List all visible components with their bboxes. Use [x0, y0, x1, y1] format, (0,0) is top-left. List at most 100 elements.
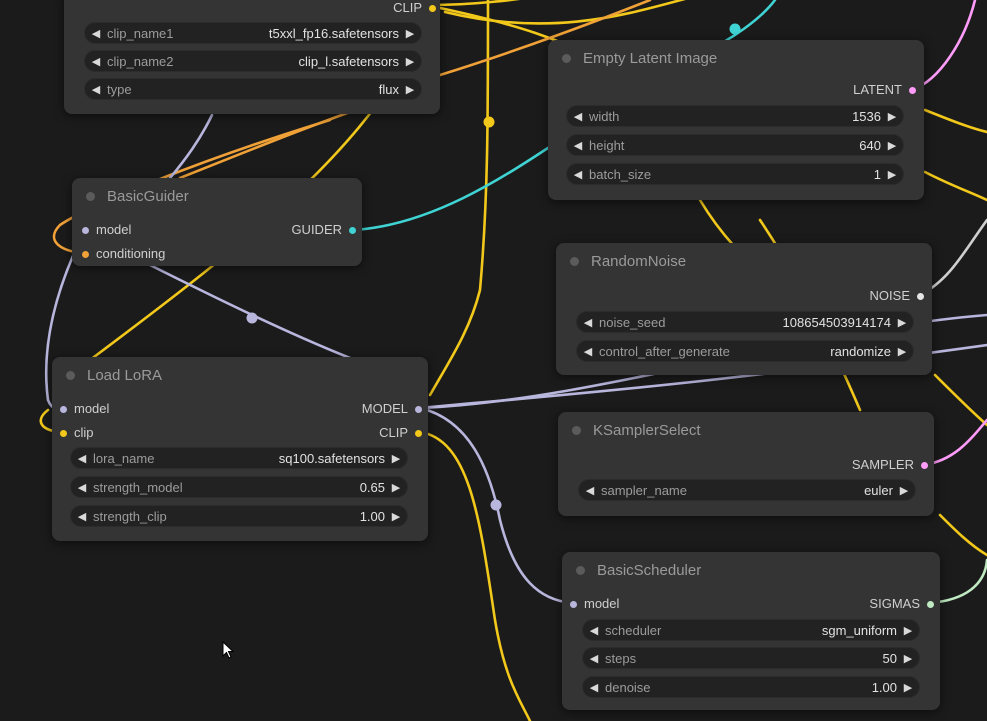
decrement-arrow-icon[interactable]: ◀: [567, 110, 589, 123]
decrement-arrow-icon[interactable]: ◀: [71, 510, 93, 523]
clip-output[interactable]: CLIP: [379, 425, 422, 441]
node-title[interactable]: BasicGuider: [72, 178, 362, 214]
model-input[interactable]: model: [82, 222, 131, 238]
clip-input[interactable]: clip: [60, 425, 94, 441]
collapse-dot-icon[interactable]: [86, 191, 95, 201]
node-title[interactable]: KSamplerSelect: [558, 412, 934, 448]
clip-name2-widget[interactable]: ◀ clip_name2 clip_l.safetensors ▶: [84, 50, 422, 72]
model-input-dot[interactable]: [82, 226, 89, 234]
increment-arrow-icon[interactable]: ▶: [385, 452, 407, 465]
widget-value: 640: [859, 137, 881, 153]
strength-model-widget[interactable]: ◀ strength_model 0.65 ▶: [70, 476, 408, 498]
widget-value: sgm_uniform: [821, 622, 897, 638]
increment-arrow-icon[interactable]: ▶: [897, 624, 919, 637]
latent-output-dot[interactable]: [909, 86, 916, 94]
model-input-label: model: [96, 222, 132, 237]
decrement-arrow-icon[interactable]: ◀: [85, 55, 107, 68]
cursor-arrow-icon: [222, 641, 234, 659]
node-title[interactable]: BasicScheduler: [562, 552, 940, 588]
clip-output[interactable]: CLIP: [393, 0, 436, 16]
ksampler-select-node[interactable]: KSamplerSelect SAMPLER ◀ sampler_name eu…: [558, 412, 934, 516]
increment-arrow-icon[interactable]: ▶: [891, 316, 913, 329]
steps-widget[interactable]: ◀ steps 50 ▶: [582, 647, 920, 669]
collapse-dot-icon[interactable]: [576, 565, 585, 575]
sigmas-output[interactable]: SIGMAS: [869, 596, 934, 612]
clip-output-dot[interactable]: [415, 429, 422, 437]
noise-output[interactable]: NOISE: [870, 288, 924, 304]
model-input-dot[interactable]: [570, 600, 577, 608]
increment-arrow-icon[interactable]: ▶: [385, 510, 407, 523]
clip-output-dot[interactable]: [429, 4, 436, 12]
increment-arrow-icon[interactable]: ▶: [893, 484, 915, 497]
decrement-arrow-icon[interactable]: ◀: [567, 139, 589, 152]
collapse-dot-icon[interactable]: [66, 370, 75, 380]
collapse-dot-icon[interactable]: [562, 53, 571, 63]
load-lora-node[interactable]: Load LoRA model clip MODEL CLIP ◀ lora_n…: [52, 357, 428, 541]
strength-clip-widget[interactable]: ◀ strength_clip 1.00 ▶: [70, 505, 408, 527]
empty-latent-image-node[interactable]: Empty Latent Image LATENT ◀ width 1536 ▶…: [548, 40, 924, 200]
sampler-output[interactable]: SAMPLER: [852, 457, 928, 473]
decrement-arrow-icon[interactable]: ◀: [567, 168, 589, 181]
decrement-arrow-icon[interactable]: ◀: [583, 652, 605, 665]
clip-input-dot[interactable]: [60, 429, 67, 437]
increment-arrow-icon[interactable]: ▶: [897, 652, 919, 665]
decrement-arrow-icon[interactable]: ◀: [577, 316, 599, 329]
guider-output[interactable]: GUIDER: [291, 222, 356, 238]
basic-guider-node[interactable]: BasicGuider model conditioning GUIDER: [72, 178, 362, 266]
increment-arrow-icon[interactable]: ▶: [881, 110, 903, 123]
increment-arrow-icon[interactable]: ▶: [399, 55, 421, 68]
width-widget[interactable]: ◀ width 1536 ▶: [566, 105, 904, 127]
widget-name: height: [589, 137, 625, 153]
node-title[interactable]: Empty Latent Image: [548, 40, 924, 76]
widget-value: clip_l.safetensors: [298, 53, 399, 69]
decrement-arrow-icon[interactable]: ◀: [579, 484, 601, 497]
sampler-output-dot[interactable]: [921, 461, 928, 469]
guider-output-dot[interactable]: [349, 226, 356, 234]
collapse-dot-icon[interactable]: [572, 425, 581, 435]
increment-arrow-icon[interactable]: ▶: [891, 345, 913, 358]
conditioning-input[interactable]: conditioning: [82, 246, 165, 262]
noise-output-dot[interactable]: [917, 292, 924, 300]
sigmas-output-dot[interactable]: [927, 600, 934, 608]
conditioning-input-dot[interactable]: [82, 250, 89, 258]
increment-arrow-icon[interactable]: ▶: [399, 83, 421, 96]
model-input[interactable]: model: [570, 596, 619, 612]
clip-name1-widget[interactable]: ◀ clip_name1 t5xxl_fp16.safetensors ▶: [84, 22, 422, 44]
sampler-name-widget[interactable]: ◀ sampler_name euler ▶: [578, 479, 916, 501]
decrement-arrow-icon[interactable]: ◀: [71, 481, 93, 494]
node-title[interactable]: Load LoRA: [52, 357, 428, 393]
denoise-widget[interactable]: ◀ denoise 1.00 ▶: [582, 676, 920, 698]
increment-arrow-icon[interactable]: ▶: [897, 681, 919, 694]
decrement-arrow-icon[interactable]: ◀: [583, 624, 605, 637]
decrement-arrow-icon[interactable]: ◀: [577, 345, 599, 358]
model-input[interactable]: model: [60, 401, 109, 417]
collapse-dot-icon[interactable]: [570, 256, 579, 266]
model-wire: [148, 263, 352, 360]
dual-clip-loader-node[interactable]: CLIP ◀ clip_name1 t5xxl_fp16.safetensors…: [64, 0, 440, 114]
increment-arrow-icon[interactable]: ▶: [881, 168, 903, 181]
clip-wire: [923, 108, 987, 134]
model-output-dot[interactable]: [415, 405, 422, 413]
control-after-generate-widget[interactable]: ◀ control_after_generate randomize ▶: [576, 340, 914, 362]
increment-arrow-icon[interactable]: ▶: [399, 27, 421, 40]
random-noise-node[interactable]: RandomNoise NOISE ◀ noise_seed 108654503…: [556, 243, 932, 375]
decrement-arrow-icon[interactable]: ◀: [85, 27, 107, 40]
type-widget[interactable]: ◀ type flux ▶: [84, 78, 422, 100]
reroute-dot: [729, 23, 741, 35]
model-output[interactable]: MODEL: [362, 401, 422, 417]
height-widget[interactable]: ◀ height 640 ▶: [566, 134, 904, 156]
widget-value: 1.00: [359, 508, 385, 524]
decrement-arrow-icon[interactable]: ◀: [85, 83, 107, 96]
increment-arrow-icon[interactable]: ▶: [385, 481, 407, 494]
node-title[interactable]: RandomNoise: [556, 243, 932, 279]
latent-output[interactable]: LATENT: [853, 82, 916, 98]
decrement-arrow-icon[interactable]: ◀: [583, 681, 605, 694]
model-input-dot[interactable]: [60, 405, 67, 413]
batch-size-widget[interactable]: ◀ batch_size 1 ▶: [566, 163, 904, 185]
decrement-arrow-icon[interactable]: ◀: [71, 452, 93, 465]
basic-scheduler-node[interactable]: BasicScheduler model SIGMAS ◀ scheduler …: [562, 552, 940, 710]
scheduler-widget[interactable]: ◀ scheduler sgm_uniform ▶: [582, 619, 920, 641]
lora-name-widget[interactable]: ◀ lora_name sq100.safetensors ▶: [70, 447, 408, 469]
noise-seed-widget[interactable]: ◀ noise_seed 108654503914174 ▶: [576, 311, 914, 333]
increment-arrow-icon[interactable]: ▶: [881, 139, 903, 152]
